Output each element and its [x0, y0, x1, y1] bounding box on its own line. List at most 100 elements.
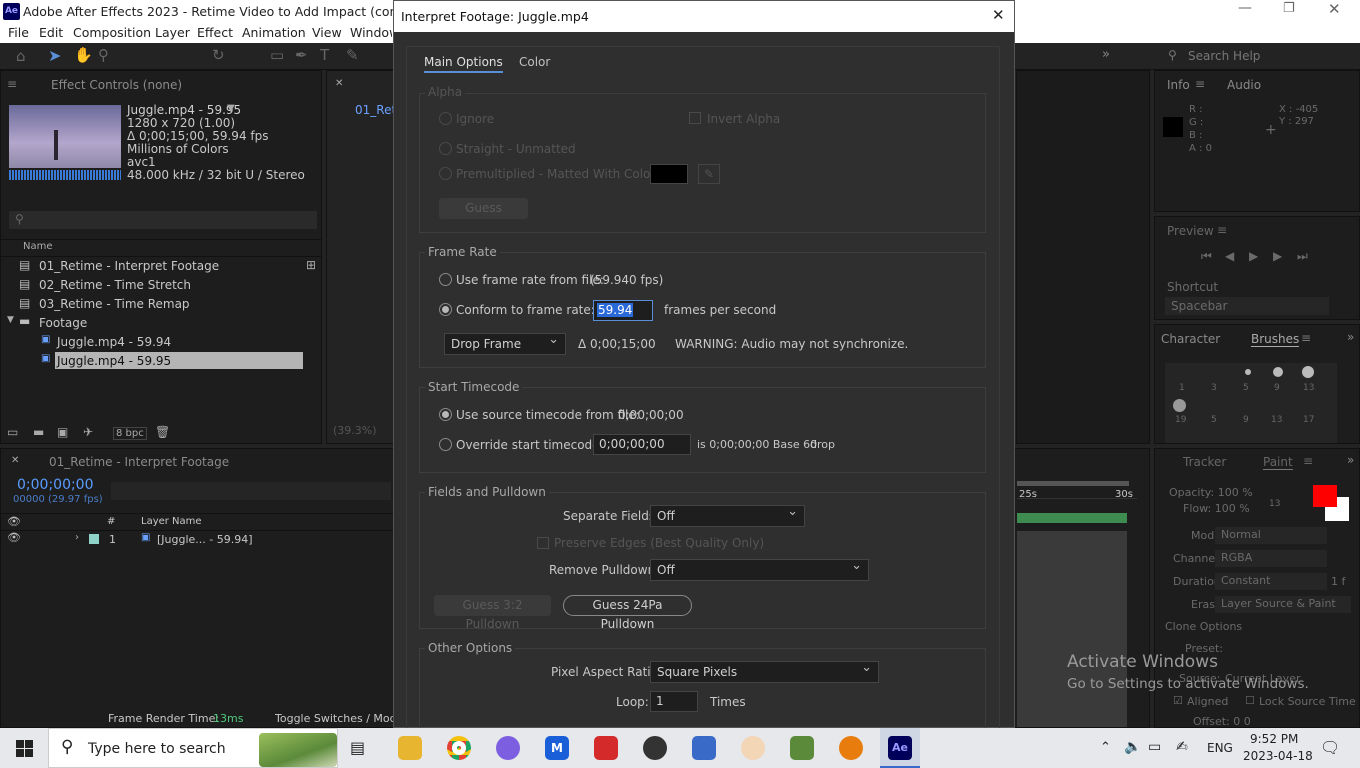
- dialog-close-icon[interactable]: ✕: [992, 6, 1005, 24]
- play-icon[interactable]: ▶: [1249, 249, 1258, 263]
- search-help-input[interactable]: Search Help: [1188, 49, 1260, 63]
- label-color-swatch[interactable]: [89, 534, 99, 544]
- timeline-search-input[interactable]: [111, 482, 391, 500]
- erase-select[interactable]: Layer Source & Paint: [1215, 596, 1351, 613]
- chrome-icon[interactable]: [447, 736, 471, 760]
- timeline-tab[interactable]: 01_Retime - Interpret Footage: [49, 455, 229, 469]
- list-item[interactable]: ▤ 01_Retime - Interpret Footage: [1, 257, 321, 276]
- brush-grid[interactable]: 1 3 5 9 13 19 5 9 13 17: [1165, 363, 1337, 443]
- loop-input[interactable]: 1: [650, 691, 698, 712]
- panel-menu-icon[interactable]: ≡: [1303, 454, 1313, 468]
- pixel-aspect-select[interactable]: Square Pixels: [650, 658, 879, 683]
- override-timecode-input[interactable]: 0;00;00;00: [593, 434, 691, 455]
- visibility-icon[interactable]: 👁: [7, 531, 21, 544]
- menu-file[interactable]: File: [8, 25, 29, 40]
- preview-title[interactable]: Preview: [1167, 224, 1214, 238]
- brush-tool-icon[interactable]: ✎: [346, 46, 359, 64]
- remote-desktop-icon[interactable]: [692, 736, 716, 760]
- menu-layer[interactable]: Layer: [155, 25, 190, 40]
- lock-source-checkbox[interactable]: ☐: [1245, 694, 1255, 707]
- straight-radio[interactable]: [439, 142, 452, 155]
- type-tool-icon[interactable]: T: [320, 46, 329, 64]
- conform-fps-input[interactable]: 59.94: [593, 300, 653, 321]
- drop-frame-select[interactable]: Drop Frame: [444, 330, 566, 355]
- preserve-edges-checkbox[interactable]: [537, 537, 549, 549]
- info-tab[interactable]: Info: [1167, 78, 1190, 92]
- minecraft-icon[interactable]: [790, 736, 814, 760]
- interpret-footage-icon[interactable]: ▭: [7, 425, 18, 439]
- opacity-value[interactable]: Opacity: 100 %: [1169, 486, 1253, 499]
- project-search-input[interactable]: ⚲: [9, 211, 317, 229]
- new-composition-icon[interactable]: ▣: [57, 425, 68, 439]
- current-timecode[interactable]: 0;00;00;00: [17, 477, 94, 493]
- separate-fields-select[interactable]: Off: [650, 502, 805, 527]
- shortcut-select[interactable]: Spacebar: [1165, 297, 1329, 315]
- after-effects-taskbar-active[interactable]: Ae: [880, 728, 920, 768]
- step-back-icon[interactable]: ◀: [1225, 249, 1234, 263]
- pen-icon[interactable]: ✍: [1176, 739, 1188, 755]
- flow-value[interactable]: Flow: 100 %: [1183, 502, 1250, 515]
- menu-effect[interactable]: Effect: [197, 25, 233, 40]
- panel-menu-icon[interactable]: ≡: [7, 77, 17, 91]
- trash-icon[interactable]: 🗑: [155, 425, 170, 439]
- matte-color-swatch[interactable]: [650, 164, 688, 184]
- close-tab-icon[interactable]: ✕: [335, 78, 343, 89]
- audio-tab[interactable]: Audio: [1227, 78, 1261, 92]
- guess-32-pulldown-button[interactable]: Guess 3:2 Pulldown: [434, 595, 551, 631]
- task-view-icon[interactable]: ▤: [350, 738, 365, 757]
- use-file-frame-rate-radio[interactable]: [439, 273, 452, 286]
- workspace-expand-icon[interactable]: »: [1102, 47, 1110, 62]
- step-forward-icon[interactable]: ▶: [1273, 249, 1282, 263]
- language-indicator[interactable]: ENG: [1207, 741, 1233, 755]
- eye-icon[interactable]: 👁: [7, 515, 21, 528]
- aligned-checkbox[interactable]: ☑: [1173, 694, 1183, 707]
- taskbar-search-box[interactable]: ⚲ Type here to search: [48, 728, 338, 768]
- rotate-tool-icon[interactable]: ↻: [212, 46, 225, 64]
- footage-name[interactable]: Juggle.mp4 - 59.95: [127, 103, 241, 117]
- messenger-icon[interactable]: [496, 736, 520, 760]
- invert-alpha-checkbox[interactable]: [689, 112, 701, 124]
- expand-panels-icon[interactable]: »: [1347, 453, 1354, 467]
- home-icon[interactable]: ⌂: [16, 47, 26, 65]
- flowchart-icon[interactable]: ⊞: [306, 258, 316, 272]
- file-explorer-icon[interactable]: [398, 736, 422, 760]
- expand-arrow-icon[interactable]: ›: [75, 532, 79, 543]
- new-folder-icon[interactable]: ▬: [33, 425, 44, 439]
- tab-color[interactable]: Color: [519, 55, 550, 69]
- zoom-tool-icon[interactable]: ⚲: [98, 46, 109, 64]
- tracker-tab[interactable]: Tracker: [1183, 455, 1226, 469]
- foreground-color-swatch-top[interactable]: [1313, 485, 1337, 507]
- mode-select[interactable]: Normal: [1215, 527, 1327, 544]
- duration-select[interactable]: Constant: [1215, 573, 1327, 590]
- brushes-tab[interactable]: Brushes: [1251, 332, 1300, 347]
- work-area-bar[interactable]: [1017, 481, 1129, 486]
- skip-last-icon[interactable]: ⏭: [1297, 249, 1308, 264]
- menu-window[interactable]: Window: [350, 25, 392, 40]
- skip-first-icon[interactable]: ⏮: [1201, 249, 1212, 264]
- character-app-icon[interactable]: [741, 736, 765, 760]
- zoom-level[interactable]: (39.3%): [333, 424, 377, 437]
- network-icon[interactable]: ▭: [1148, 739, 1161, 755]
- pen-tool-icon[interactable]: ✒: [295, 46, 308, 64]
- character-tab[interactable]: Character: [1161, 332, 1220, 346]
- maximize-icon[interactable]: ❐: [1283, 1, 1295, 16]
- table-row[interactable]: 👁 › 1 ▣ [Juggle... - 59.94]: [1, 531, 393, 549]
- layer-name[interactable]: [Juggle... - 59.94]: [157, 533, 253, 546]
- search-help-icon[interactable]: ⚲: [1168, 48, 1177, 62]
- use-source-timecode-radio[interactable]: [439, 408, 452, 421]
- effect-controls-tab[interactable]: Effect Controls (none): [51, 78, 182, 92]
- layer-duration-bar[interactable]: [1017, 513, 1127, 523]
- rectangle-tool-icon[interactable]: ▭: [270, 46, 284, 64]
- footage-dropdown-icon[interactable]: ▼: [227, 103, 235, 114]
- panel-menu-icon[interactable]: ≡: [1195, 77, 1205, 91]
- hand-tool-icon[interactable]: ✋: [74, 46, 93, 64]
- toggle-switches-modes[interactable]: Toggle Switches / Modes: [275, 712, 393, 725]
- show-hidden-icons[interactable]: ⌃: [1100, 740, 1111, 755]
- override-timecode-radio[interactable]: [439, 438, 452, 451]
- guess-button[interactable]: Guess: [439, 198, 528, 219]
- blender-icon[interactable]: [839, 736, 863, 760]
- ignore-radio[interactable]: [439, 112, 452, 125]
- pdf-reader-icon[interactable]: [594, 736, 618, 760]
- offset-value[interactable]: Offset: 0 0: [1193, 715, 1251, 728]
- selection-tool-icon[interactable]: ➤: [48, 46, 61, 65]
